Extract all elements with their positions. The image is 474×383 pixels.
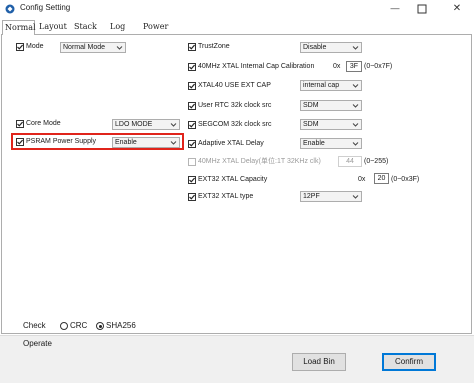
checkmark-icon [189,103,196,109]
mode-checkbox[interactable] [16,43,24,51]
chevron-down-icon [352,195,359,199]
chevron-down-icon [116,46,123,50]
checkmark-icon [189,83,196,89]
tab-stack[interactable]: Stack [72,20,99,34]
tab-layout[interactable]: Layout [37,20,69,34]
xtal-cap-cal-checkbox[interactable] [188,63,196,71]
adaptive-xtal-dropdown[interactable]: Enable [300,138,362,149]
trustzone-value: Disable [303,44,327,51]
checkmark-icon [17,121,24,127]
xtal-delay-input[interactable]: 44 [338,156,362,167]
adaptive-xtal-label: Adaptive XTAL Delay [198,140,264,147]
chevron-down-icon [352,84,359,88]
trustzone-label: TrustZone [198,43,230,50]
crc-label: CRC [70,321,88,330]
core-mode-dropdown[interactable]: LDO MODE [112,119,180,130]
checkmark-icon [189,141,196,147]
mode-dropdown[interactable]: Normal Mode [60,42,126,53]
psram-checkbox[interactable] [16,138,24,146]
core-mode-checkbox[interactable] [16,120,24,128]
ext32-cap-range: (0~0x3F) [391,176,420,183]
mode-value: Normal Mode [63,44,106,51]
psram-value: Enable [115,139,137,146]
ext32-type-label: EXT32 XTAL type [198,193,254,200]
check-label: Check [23,321,46,330]
close-button[interactable]: ✕ [451,3,463,15]
xtal40-ext-cap-label: XTAL40 USE EXT CAP [198,82,271,89]
title-bar [0,0,474,18]
segcom-32k-checkbox[interactable] [188,121,196,129]
xtal40-ext-cap-checkbox[interactable] [188,82,196,90]
checkmark-icon [189,122,196,128]
chevron-down-icon [352,104,359,108]
rtc-32k-checkbox[interactable] [188,102,196,110]
xtal-delay-range: (0~255) [364,158,389,165]
checkmark-icon [189,177,196,183]
psram-label: PSRAM Power Supply [26,138,97,145]
xtal-cap-cal-input[interactable]: 3F [346,61,362,72]
xtal-delay-label: 40MHz XTAL Delay(单位:1T 32KHz clk) [198,158,321,165]
minimize-button[interactable]: — [389,3,401,15]
window-title: Config Setting [20,3,71,12]
rtc-32k-value: SDM [303,102,319,109]
app-logo-icon [5,4,15,14]
xtal40-ext-cap-value: internal cap [303,82,340,89]
chevron-down-icon [170,123,177,127]
checkmark-icon [189,64,196,70]
checkmark-icon [189,194,196,200]
core-mode-label: Core Mode [26,120,61,127]
ext32-cap-label: EXT32 XTAL Capacity [198,176,268,183]
core-mode-value: LDO MODE [115,121,153,128]
ext32-type-dropdown[interactable]: 12PF [300,191,362,202]
trustzone-dropdown[interactable]: Disable [300,42,362,53]
chevron-down-icon [352,46,359,50]
xtal-cap-cal-range: (0~0x7F) [364,63,393,70]
chevron-down-icon [352,123,359,127]
sha256-radio[interactable] [96,322,104,330]
trustzone-checkbox[interactable] [188,43,196,51]
xtal-delay-checkbox[interactable] [188,158,196,166]
tab-power[interactable]: Power [141,20,170,34]
tab-normal[interactable]: Normal [2,20,36,35]
tab-log[interactable]: Log [108,20,127,34]
mode-label: Mode [26,43,44,50]
ext32-type-checkbox[interactable] [188,193,196,201]
checkmark-icon [189,44,196,50]
sha256-label: SHA256 [106,321,136,330]
psram-dropdown[interactable]: Enable [112,137,180,148]
segcom-32k-label: SEGCOM 32k clock src [198,121,272,128]
rtc-32k-label: User RTC 32k clock src [198,102,272,109]
rtc-32k-dropdown[interactable]: SDM [300,100,362,111]
checkmark-icon [17,44,24,50]
crc-radio[interactable] [60,322,68,330]
confirm-button[interactable]: Confirm [382,353,436,371]
ext32-type-value: 12PF [303,193,320,200]
radio-selected-dot [98,324,102,328]
maximize-icon[interactable] [416,3,428,15]
checkmark-icon [17,139,24,145]
segcom-32k-value: SDM [303,121,319,128]
operate-label: Operate [23,339,52,348]
segcom-32k-dropdown[interactable]: SDM [300,119,362,130]
chevron-down-icon [352,142,359,146]
ext32-cap-checkbox[interactable] [188,176,196,184]
ext32-cap-input[interactable]: 20 [374,173,389,184]
xtal-cap-cal-label: 40MHz XTAL Internal Cap Calibration [198,63,315,70]
xtal40-ext-cap-dropdown[interactable]: internal cap [300,80,362,91]
ext32-cap-prefix: 0x [358,176,366,183]
chevron-down-icon [170,141,177,145]
adaptive-xtal-checkbox[interactable] [188,140,196,148]
load-bin-button[interactable]: Load Bin [292,353,346,371]
xtal-cap-cal-prefix: 0x [333,63,341,70]
adaptive-xtal-value: Enable [303,140,325,147]
tab-bar: Normal Layout Stack Log Power [0,20,474,35]
